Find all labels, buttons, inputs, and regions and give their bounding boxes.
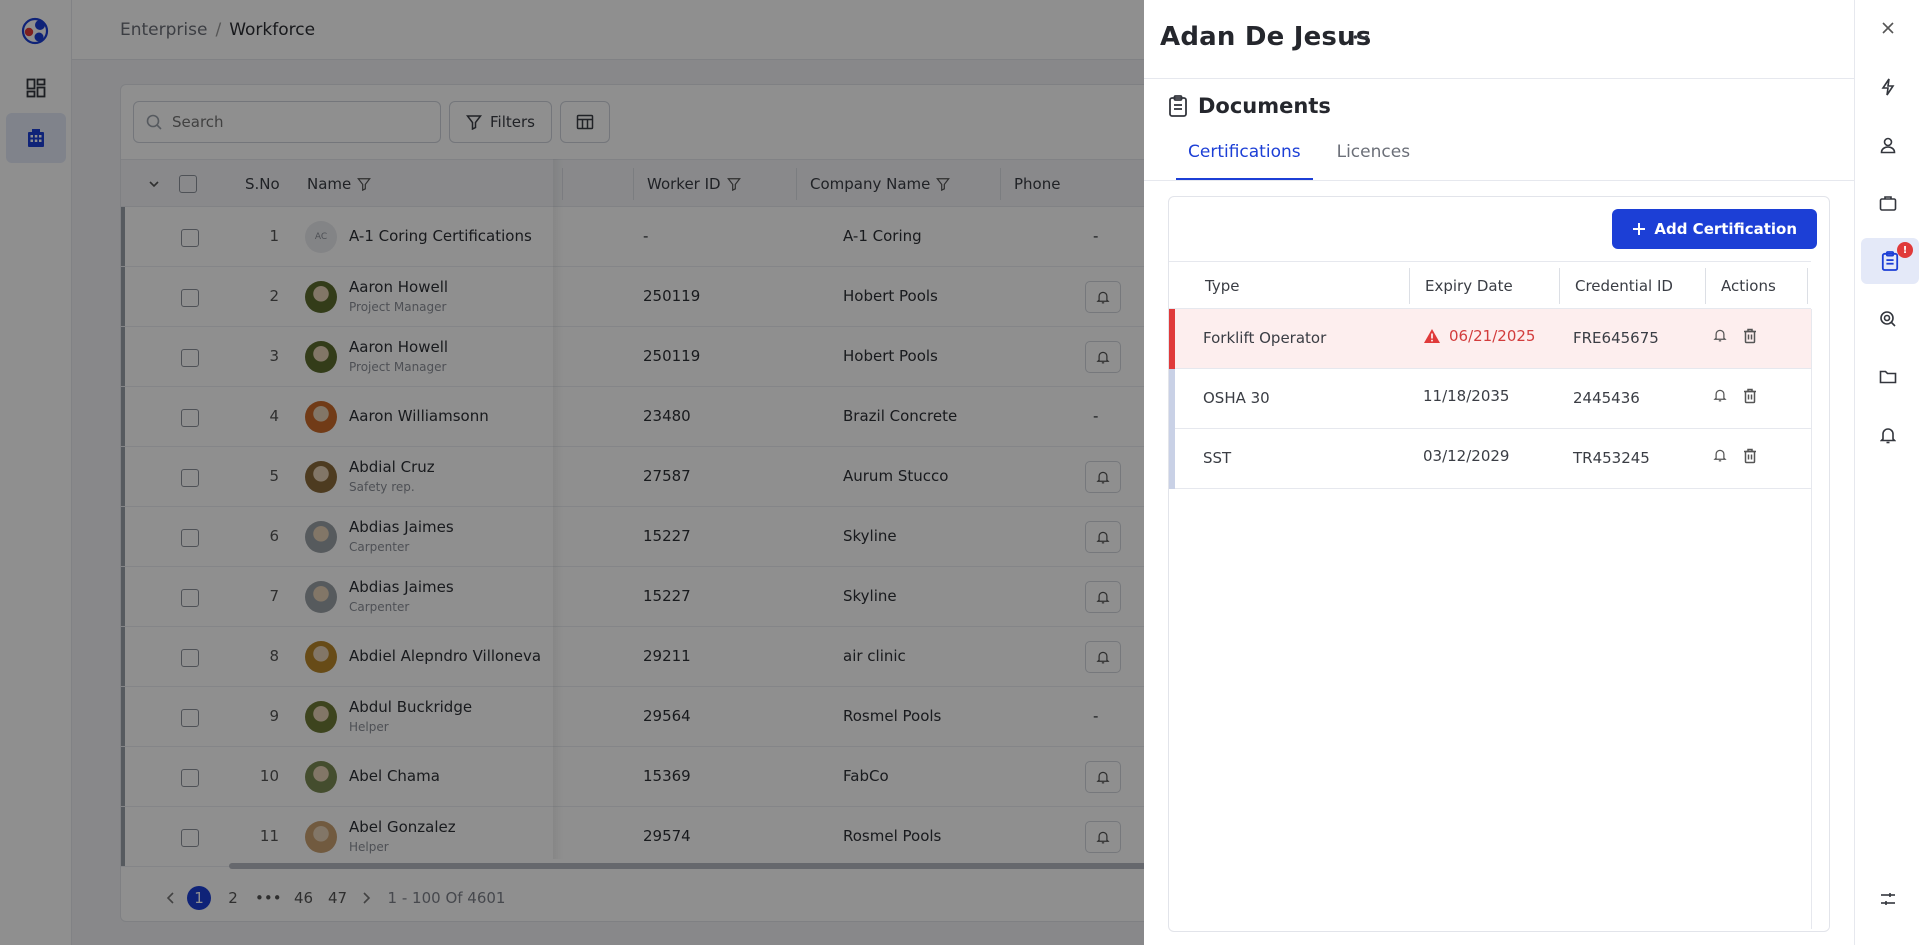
delete-icon[interactable] bbox=[1743, 388, 1757, 404]
profile-icon[interactable] bbox=[1855, 122, 1920, 168]
delete-icon[interactable] bbox=[1743, 328, 1757, 344]
expiry-date: 11/18/2035 bbox=[1423, 387, 1509, 405]
expiry-date-value: 06/21/2025 bbox=[1449, 327, 1536, 345]
modal-backdrop[interactable] bbox=[0, 0, 1144, 945]
notification-bell-icon[interactable] bbox=[1855, 412, 1920, 458]
activity-icon[interactable] bbox=[1855, 64, 1920, 110]
drawer-title: Adan De Jesus bbox=[1160, 22, 1372, 52]
more-options-icon[interactable] bbox=[1352, 28, 1370, 46]
row-actions bbox=[1713, 448, 1757, 464]
settings-sliders-icon[interactable] bbox=[1855, 876, 1920, 922]
expiry-date-value: 11/18/2035 bbox=[1423, 387, 1510, 405]
column-header-actions: Actions bbox=[1721, 277, 1776, 295]
expiry-date: 06/21/2025 bbox=[1423, 327, 1535, 345]
right-action-rail: ! bbox=[1854, 0, 1920, 945]
certificate-badge-icon[interactable] bbox=[1855, 296, 1920, 342]
certification-row[interactable]: OSHA 30 11/18/2035 2445436 bbox=[1169, 369, 1811, 429]
certification-type: Forklift Operator bbox=[1203, 329, 1327, 347]
alert-badge: ! bbox=[1897, 242, 1913, 258]
expiry-date-value: 03/12/2029 bbox=[1423, 447, 1510, 465]
documents-heading: Documents bbox=[1168, 94, 1331, 118]
plus-icon bbox=[1632, 222, 1646, 236]
close-icon[interactable] bbox=[1855, 5, 1920, 51]
documents-title: Documents bbox=[1198, 94, 1331, 118]
status-accent-bar bbox=[1169, 369, 1175, 429]
remind-bell-icon[interactable] bbox=[1713, 448, 1727, 464]
column-header-credential[interactable]: Credential ID bbox=[1575, 262, 1673, 310]
add-certification-label: Add Certification bbox=[1654, 220, 1797, 238]
briefcase-icon[interactable] bbox=[1855, 180, 1920, 226]
vertical-scrollbar[interactable] bbox=[1811, 309, 1829, 929]
credential-id: 2445436 bbox=[1573, 389, 1640, 407]
expiry-date: 03/12/2029 bbox=[1423, 447, 1509, 465]
certification-type: OSHA 30 bbox=[1203, 389, 1270, 407]
certification-row[interactable]: Forklift Operator 06/21/2025 FRE645675 bbox=[1169, 309, 1811, 369]
add-certification-button[interactable]: Add Certification bbox=[1612, 209, 1817, 249]
certification-type: SST bbox=[1203, 449, 1232, 467]
row-actions bbox=[1713, 388, 1757, 404]
expired-warning-icon bbox=[1423, 328, 1441, 344]
tab-certifications[interactable]: Certifications bbox=[1176, 140, 1313, 180]
folder-icon[interactable] bbox=[1855, 354, 1920, 400]
remind-bell-icon[interactable] bbox=[1713, 388, 1727, 404]
delete-icon[interactable] bbox=[1743, 448, 1757, 464]
certification-row[interactable]: SST 03/12/2029 TR453245 bbox=[1169, 429, 1811, 489]
documents-rail-icon[interactable]: ! bbox=[1861, 238, 1919, 284]
credential-id: FRE645675 bbox=[1573, 329, 1659, 347]
certifications-pane: Add Certification Type Expiry Date Crede… bbox=[1168, 196, 1830, 932]
column-header-type[interactable]: Type bbox=[1205, 262, 1239, 310]
tab-licences[interactable]: Licences bbox=[1325, 140, 1422, 180]
row-actions bbox=[1713, 328, 1757, 344]
document-tabs: Certifications Licences bbox=[1176, 140, 1422, 180]
worker-detail-drawer: Adan De Jesus Documents Certifications L… bbox=[1144, 0, 1854, 945]
status-accent-bar bbox=[1169, 429, 1175, 489]
certifications-header: Type Expiry Date Credential ID Actions bbox=[1169, 261, 1811, 309]
clipboard-icon bbox=[1168, 95, 1188, 117]
status-accent-bar bbox=[1169, 309, 1175, 369]
credential-id: TR453245 bbox=[1573, 449, 1650, 467]
column-header-expiry[interactable]: Expiry Date bbox=[1425, 262, 1513, 310]
remind-bell-icon[interactable] bbox=[1713, 328, 1727, 344]
